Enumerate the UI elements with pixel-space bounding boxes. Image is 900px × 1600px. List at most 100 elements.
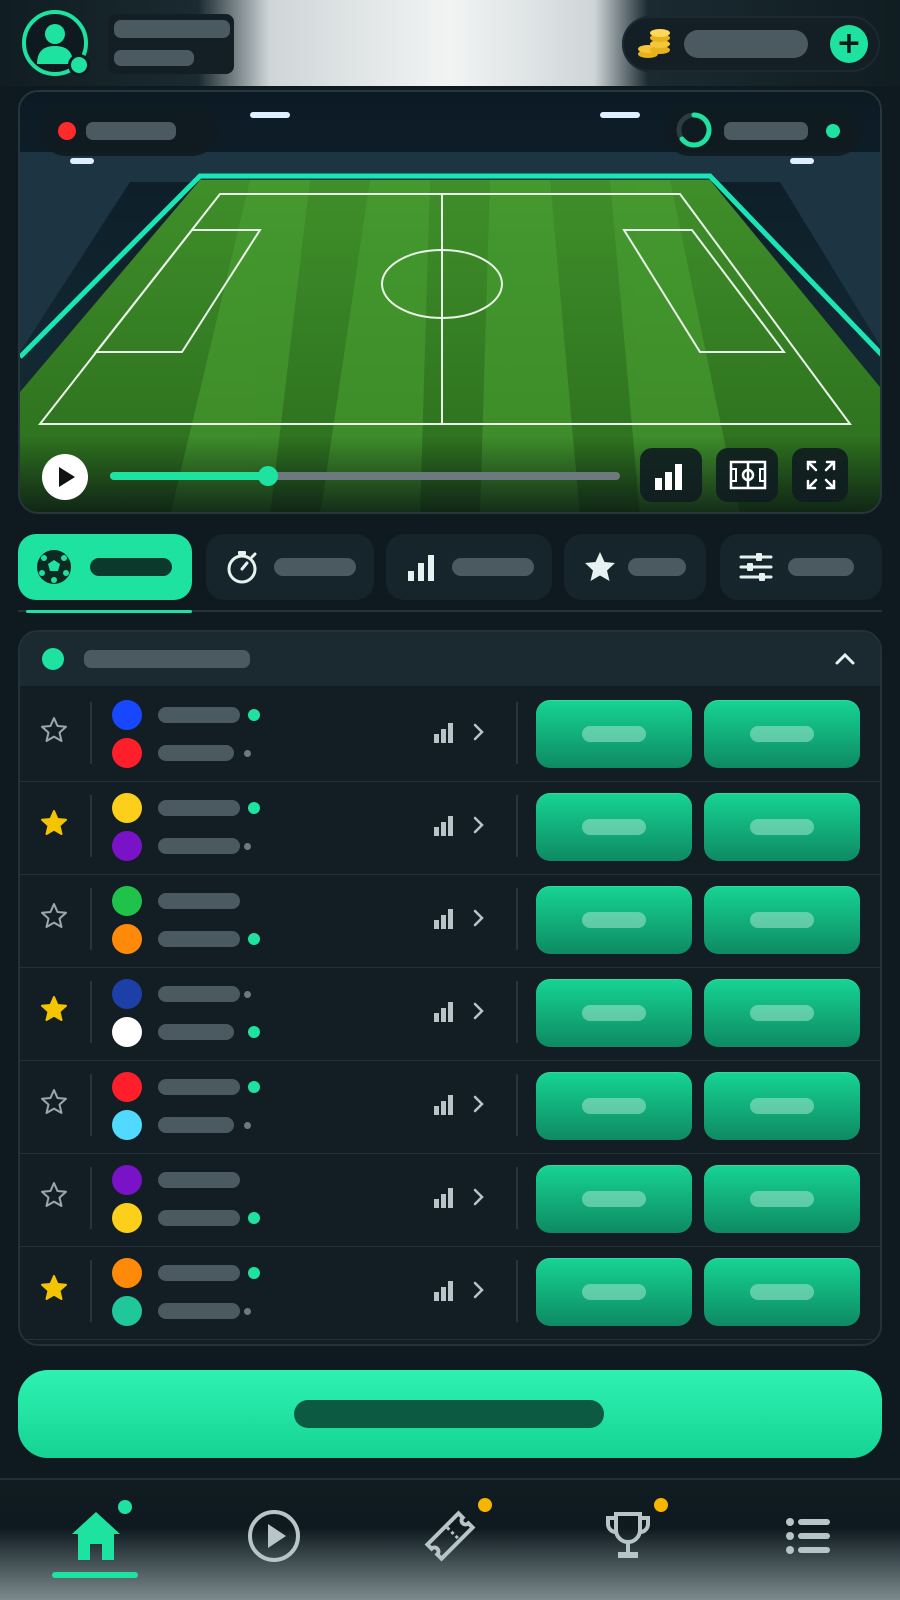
match-row[interactable] (20, 688, 880, 782)
team-form-indicator (244, 842, 251, 850)
chevron-right-icon[interactable] (472, 1280, 486, 1300)
pitch-view-button[interactable] (716, 448, 778, 502)
bar-chart-icon[interactable] (432, 720, 456, 744)
league-header[interactable] (20, 632, 880, 686)
video-progress-bar[interactable] (110, 466, 620, 486)
match-row[interactable] (20, 781, 880, 875)
odds-button-home[interactable] (536, 1258, 692, 1326)
home-team-badge (112, 979, 142, 1009)
nav-live-video[interactable] (234, 1500, 314, 1580)
row-divider (90, 795, 92, 857)
user-icon (37, 24, 73, 64)
soccer-ball-icon (37, 550, 71, 584)
chevron-right-icon[interactable] (472, 722, 486, 742)
bar-chart-icon[interactable] (432, 1278, 456, 1302)
odds-button-home[interactable] (536, 793, 692, 861)
chevron-up-icon[interactable] (834, 648, 856, 670)
wallet-balance[interactable]: + (622, 16, 880, 72)
tab-favorites[interactable] (564, 534, 706, 600)
tab-filters[interactable] (720, 534, 882, 600)
star-outline-icon[interactable] (40, 1181, 68, 1209)
away-team-badge (112, 1203, 142, 1233)
row-divider (516, 702, 518, 764)
play-button[interactable] (42, 454, 88, 500)
match-row[interactable] (20, 874, 880, 968)
odds-button-away[interactable] (704, 793, 860, 861)
add-funds-button[interactable]: + (830, 25, 868, 63)
row-divider (516, 888, 518, 950)
nav-bet-slip[interactable] (410, 1498, 492, 1580)
odds-button-away[interactable] (704, 1165, 860, 1233)
home-team-badge (112, 886, 142, 916)
league-status-dot (42, 648, 64, 670)
bar-chart-icon[interactable] (432, 1185, 456, 1209)
fullscreen-icon (806, 460, 836, 490)
chevron-right-icon[interactable] (472, 1094, 486, 1114)
stats-button[interactable] (640, 448, 702, 502)
tab-football[interactable] (18, 534, 192, 600)
odds-button-home[interactable] (536, 1072, 692, 1140)
row-divider (516, 981, 518, 1043)
chevron-right-icon[interactable] (472, 908, 486, 928)
odds-value-placeholder (582, 726, 646, 742)
tab-statistics[interactable] (386, 534, 552, 600)
avatar[interactable] (22, 10, 90, 76)
team-form-indicator (244, 990, 251, 998)
star-outline-icon[interactable] (40, 1088, 68, 1116)
live-stream-player[interactable] (18, 90, 882, 514)
nav-trophies[interactable] (588, 1498, 668, 1580)
odds-button-away[interactable] (704, 700, 860, 768)
video-progress-fill (110, 472, 269, 480)
odds-button-home[interactable] (536, 979, 692, 1047)
bar-chart-icon[interactable] (432, 1092, 456, 1116)
odds-value-placeholder (750, 1005, 814, 1021)
odds-button-away[interactable] (704, 979, 860, 1047)
odds-button-home[interactable] (536, 1165, 692, 1233)
list-menu-icon (786, 1518, 830, 1554)
star-filled-icon[interactable] (40, 995, 68, 1023)
match-row[interactable] (20, 967, 880, 1061)
timer-ring-icon (676, 112, 712, 148)
live-label-placeholder (86, 122, 176, 140)
odds-button-away[interactable] (704, 886, 860, 954)
video-scrubber-handle[interactable] (258, 466, 279, 486)
star-filled-icon[interactable] (40, 1274, 68, 1302)
odds-button-home[interactable] (536, 886, 692, 954)
row-divider (90, 1167, 92, 1229)
trophy-badge (654, 1498, 668, 1512)
star-filled-icon[interactable] (40, 809, 68, 837)
home-badge (118, 1500, 132, 1514)
home-team-badge (112, 1072, 142, 1102)
nav-home[interactable] (56, 1500, 136, 1580)
odds-value-placeholder (582, 912, 646, 928)
bar-chart-icon[interactable] (432, 999, 456, 1023)
team-form-indicator (244, 1307, 251, 1315)
match-row[interactable] (20, 1060, 880, 1154)
home-team-name-placeholder (158, 1079, 240, 1095)
chevron-right-icon[interactable] (472, 1001, 486, 1021)
star-outline-icon[interactable] (40, 902, 68, 930)
coins-icon (638, 29, 670, 58)
place-bet-button[interactable] (18, 1370, 882, 1458)
odds-button-away[interactable] (704, 1072, 860, 1140)
bar-chart-icon[interactable] (432, 813, 456, 837)
odds-value-placeholder (750, 1098, 814, 1114)
bar-chart-icon[interactable] (432, 906, 456, 930)
team-form-indicator (248, 802, 260, 814)
star-outline-icon[interactable] (40, 716, 68, 744)
chevron-right-icon[interactable] (472, 1187, 486, 1207)
odds-button-home[interactable] (536, 700, 692, 768)
tab-live-timer[interactable] (206, 534, 374, 600)
bar-chart-icon (408, 555, 434, 581)
match-row[interactable] (20, 1153, 880, 1247)
tab-filters-label-placeholder (788, 558, 854, 576)
team-form-indicator (248, 1081, 260, 1093)
fullscreen-button[interactable] (792, 448, 848, 502)
away-team-name-placeholder (158, 838, 240, 854)
online-status-dot (68, 54, 90, 76)
team-form-indicator (244, 749, 251, 757)
match-row[interactable] (20, 1246, 880, 1340)
odds-button-away[interactable] (704, 1258, 860, 1326)
chevron-right-icon[interactable] (472, 815, 486, 835)
nav-menu[interactable] (768, 1500, 848, 1580)
